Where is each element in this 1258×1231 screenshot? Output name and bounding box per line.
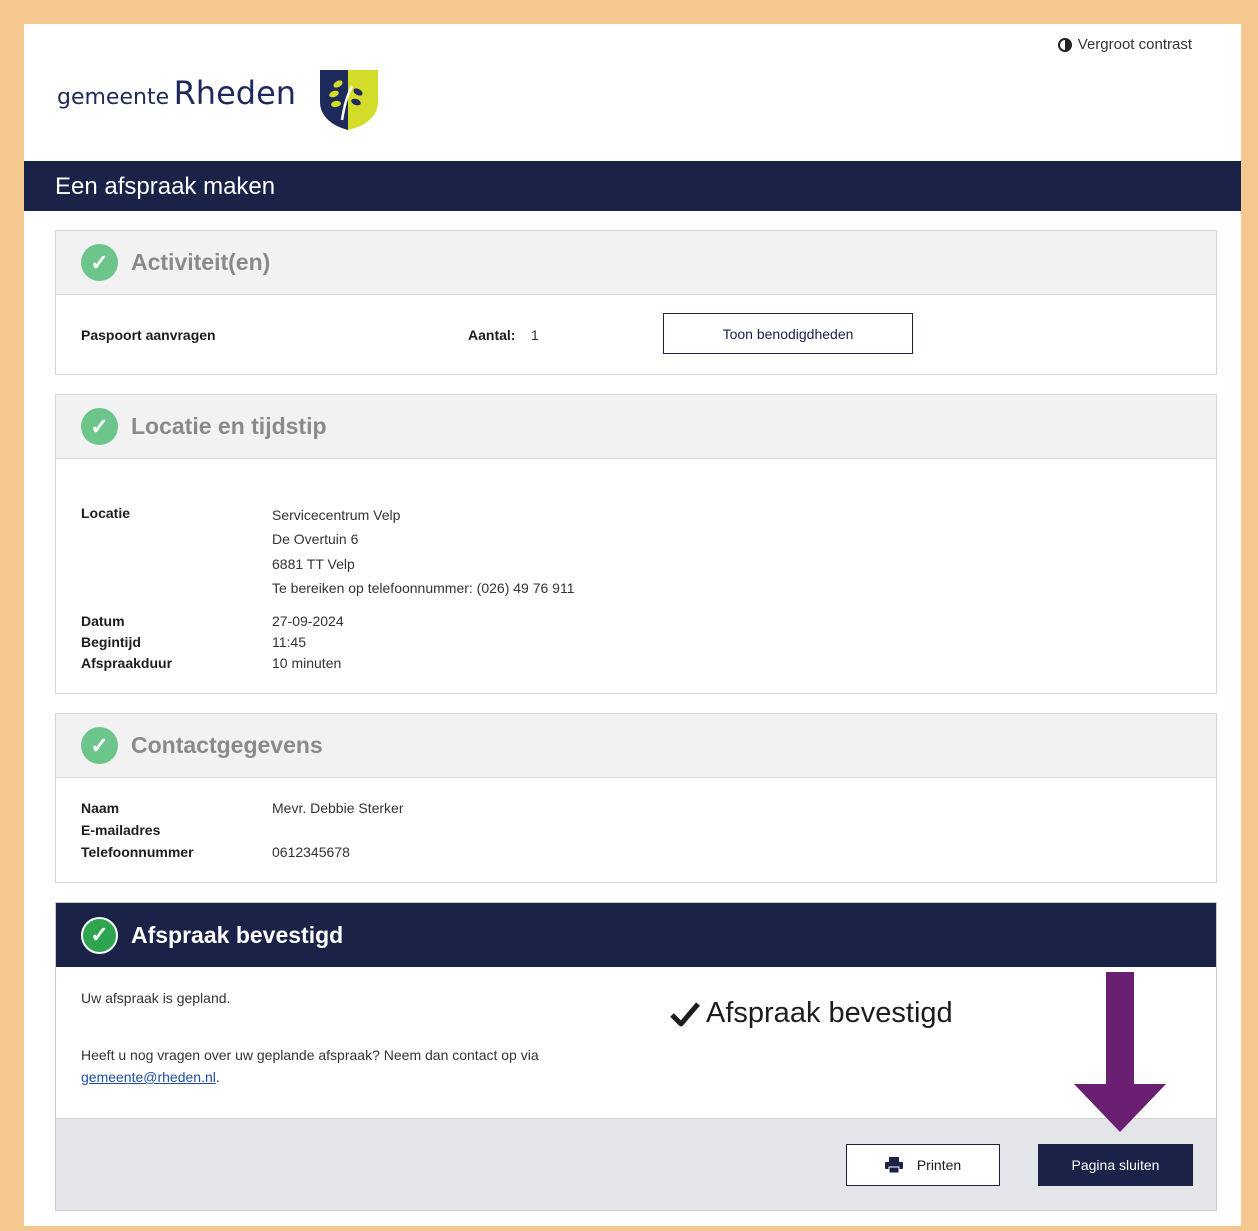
location-body: Locatie Servicecentrum Velp De Overtuin …	[56, 459, 1216, 694]
email-label: E-mailadres	[81, 822, 161, 838]
activities-body: Paspoort aanvragen Aantal: 1 Toon benodi…	[56, 295, 1216, 375]
location-label: Locatie	[81, 505, 131, 521]
contact-card: ✓ Contactgegevens Naam Mevr. Debbie Ster…	[55, 713, 1217, 883]
check-icon: ✓	[81, 727, 118, 764]
contrast-label: Vergroot contrast	[1077, 36, 1192, 53]
big-confirmation: Afspraak bevestigd	[670, 997, 953, 1030]
logo-wordmark: gemeente Rheden	[57, 74, 296, 132]
check-icon: ✓	[81, 916, 118, 954]
location-line: Te bereiken op telefoonnummer: (026) 49 …	[272, 580, 575, 596]
name-value: Mevr. Debbie Sterker	[272, 800, 404, 816]
checkmark-icon	[670, 1001, 700, 1026]
print-button[interactable]: Printen	[846, 1144, 1000, 1186]
phone-label: Telefoonnummer	[81, 844, 194, 860]
print-label: Printen	[916, 1157, 962, 1173]
logo[interactable]: gemeente Rheden	[57, 68, 380, 132]
count-label: Aantal:	[468, 327, 516, 343]
logo-text-big: Rheden	[173, 74, 297, 112]
logo-text-small: gemeente	[57, 85, 170, 110]
location-card: ✓ Locatie en tijdstip Locatie Servicecen…	[55, 394, 1217, 694]
printer-icon	[884, 1157, 903, 1173]
location-title: Locatie en tijdstip	[131, 413, 327, 439]
name-label: Naam	[81, 800, 120, 816]
start-label: Begintijd	[81, 634, 141, 650]
location-header: ✓ Locatie en tijdstip	[56, 395, 1216, 459]
arrow-down-icon	[1074, 972, 1166, 1132]
contact-title: Contactgegevens	[131, 732, 323, 758]
activities-title: Activiteit(en)	[131, 249, 271, 275]
contact-body: Naam Mevr. Debbie Sterker E-mailadres Te…	[56, 778, 1216, 883]
confirmation-card: ✓ Afspraak bevestigd Uw afspraak is gepl…	[55, 902, 1217, 1211]
big-confirmation-text: Afspraak bevestigd	[706, 997, 953, 1029]
contrast-toggle[interactable]: Vergroot contrast	[1057, 36, 1192, 53]
location-line: Servicecentrum Velp	[272, 507, 401, 523]
confirmation-title: Afspraak bevestigd	[131, 921, 344, 948]
question-text: Heeft u nog vragen over uw geplande afsp…	[81, 1047, 539, 1063]
duration-label: Afspraakduur	[81, 655, 173, 671]
show-requirements-button[interactable]: Toon benodigdheden	[663, 313, 913, 354]
confirmation-header: ✓ Afspraak bevestigd	[56, 903, 1216, 967]
planned-text: Uw afspraak is gepland.	[81, 990, 231, 1006]
contact-header: ✓ Contactgegevens	[56, 714, 1216, 778]
check-icon: ✓	[81, 408, 118, 445]
contrast-icon	[1057, 37, 1072, 52]
duration-value: 10 minuten	[272, 655, 342, 671]
location-line: 6881 TT Velp	[272, 556, 355, 572]
action-bar: Printen Pagina sluiten	[56, 1118, 1216, 1210]
phone-value: 0612345678	[272, 844, 350, 860]
email-line: gemeente@rheden.nl.	[81, 1069, 220, 1085]
close-page-button[interactable]: Pagina sluiten	[1038, 1144, 1193, 1186]
page: Vergroot contrast gemeente Rheden Een af…	[24, 24, 1241, 1226]
activities-header: ✓ Activiteit(en)	[56, 231, 1216, 295]
date-label: Datum	[81, 613, 125, 629]
count-value: 1	[531, 327, 539, 343]
page-title: Een afspraak maken	[24, 161, 1241, 211]
confirmation-body: Uw afspraak is gepland. Heeft u nog vrag…	[56, 967, 1216, 1119]
activity-name: Paspoort aanvragen	[81, 327, 216, 343]
activities-card: ✓ Activiteit(en) Paspoort aanvragen Aant…	[55, 230, 1217, 375]
email-period: .	[215, 1069, 220, 1085]
start-value: 11:45	[272, 634, 306, 650]
shield-logo-icon	[320, 70, 379, 130]
location-line: De Overtuin 6	[272, 531, 359, 547]
email-link[interactable]: gemeente@rheden.nl	[81, 1069, 216, 1085]
date-value: 27-09-2024	[272, 613, 344, 629]
check-icon: ✓	[81, 244, 118, 281]
